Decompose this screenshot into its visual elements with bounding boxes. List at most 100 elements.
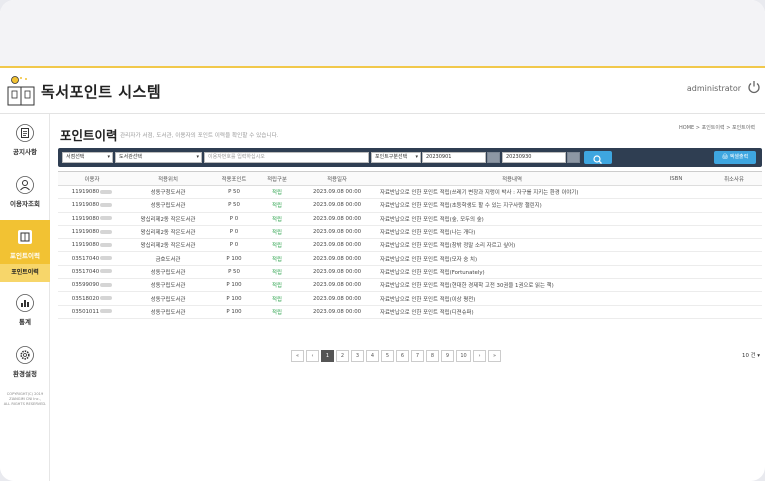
table-cell: 2023.09.08 00:00 bbox=[296, 225, 378, 240]
table-row[interactable]: 11919080 성동구립도서관 P 50 적립 2023.09.08 00:00 자료반… bbox=[58, 198, 762, 213]
table-cell: 11919080 bbox=[58, 212, 126, 226]
table-cell: P 50 bbox=[210, 265, 258, 280]
table-cell-empty bbox=[646, 305, 706, 319]
column-header: 취소사유 bbox=[706, 171, 762, 186]
table-cell-empty bbox=[646, 291, 706, 306]
breadcrumb-item[interactable]: 포인트이력 bbox=[702, 125, 725, 131]
table-row[interactable]: 03599090 성동구립도서관 P 100 적립 2023.09.08 00:00 자료… bbox=[58, 278, 762, 293]
search-button[interactable] bbox=[584, 151, 612, 164]
page-button-6[interactable]: 6 bbox=[396, 350, 409, 362]
table-cell: 2023.09.08 00:00 bbox=[296, 305, 378, 319]
page-button-8[interactable]: 8 bbox=[426, 350, 439, 362]
search-input[interactable]: 이용자번호를 입력하십시오 bbox=[204, 152, 369, 163]
table-cell-empty bbox=[646, 265, 706, 280]
power-icon[interactable] bbox=[747, 80, 761, 94]
table-cell: 03518020 bbox=[58, 291, 126, 306]
table-cell: 2023.09.08 00:00 bbox=[296, 198, 378, 213]
page-button-1[interactable]: 1 bbox=[321, 350, 334, 362]
page-button-10[interactable]: 10 bbox=[456, 350, 471, 362]
table-row[interactable]: 03517040 성동구립도서관 P 50 적립 2023.09.08 00:00 자료반… bbox=[58, 265, 762, 280]
masked-text bbox=[100, 229, 113, 234]
user-name[interactable]: administrator bbox=[687, 84, 741, 93]
page-button-9[interactable]: 9 bbox=[441, 350, 454, 362]
table-row[interactable]: 11919080 왕십리제2동 작은도서관 P 0 적립 2023.09.08 00:0… bbox=[58, 212, 762, 226]
app-header: 독서포인트 시스템 administrator bbox=[0, 68, 765, 114]
table-cell: 성동구청도서관 bbox=[126, 185, 210, 200]
table-cell: 자료반납으로 인한 포인트 적립(Fortunately) bbox=[378, 265, 646, 280]
sidebar-item-point-history[interactable]: 포인트이력 bbox=[0, 220, 50, 264]
library-select[interactable]: 도서관선택 ▾ bbox=[115, 152, 202, 163]
table-cell-empty bbox=[646, 225, 706, 240]
point-type-select[interactable]: 포인트구분선택 ▾ bbox=[371, 152, 421, 163]
table-cell: 2023.09.08 00:00 bbox=[296, 185, 378, 200]
table-cell: P 100 bbox=[210, 291, 258, 306]
sidebar-subitem-point-history[interactable]: 포인트이력 bbox=[0, 264, 50, 282]
page-button-5[interactable]: 5 bbox=[381, 350, 394, 362]
per-page-select[interactable]: 10 건 ▾ bbox=[742, 351, 760, 359]
table-cell-empty bbox=[706, 225, 762, 240]
table-cell-empty bbox=[706, 251, 762, 266]
page-button-2[interactable]: 2 bbox=[336, 350, 349, 362]
table-cell: P 0 bbox=[210, 225, 258, 240]
sidebar-item-label: 이용자조회 bbox=[10, 200, 40, 208]
user-search-icon bbox=[16, 176, 34, 194]
masked-text bbox=[100, 202, 113, 207]
masked-text bbox=[100, 242, 113, 247]
table-row[interactable]: 11919080 왕십리제2동 작은도서관 P 0 적립 2023.09.08 00:0… bbox=[58, 225, 762, 240]
page-button-4[interactable]: 4 bbox=[366, 350, 379, 362]
table-cell: 자료반납으로 인한 포인트 적립(나는 개다) bbox=[378, 225, 646, 240]
table-cell: 자료반납으로 인한 포인트 적립(숲, 모두의 숲) bbox=[378, 212, 646, 226]
sidebar-item-settings[interactable]: 환경설정 bbox=[0, 346, 50, 382]
table-row[interactable]: 03517040 금호도서관 P 100 적립 2023.09.08 00:00 자료반납… bbox=[58, 251, 762, 266]
page-prev-button[interactable]: ‹ bbox=[306, 350, 319, 362]
calendar-icon[interactable] bbox=[567, 152, 580, 163]
excel-export-button[interactable]: 🖨 엑셀출력 bbox=[714, 151, 756, 164]
table-row[interactable]: 11919080 성동구청도서관 P 50 적립 2023.09.08 00:00 자료반… bbox=[58, 185, 762, 200]
breadcrumb-home[interactable]: HOME bbox=[679, 125, 694, 131]
table-cell: 자료반납으로 인한 포인트 적립(현대한 경제학 고전 30권을 1권으로 읽는… bbox=[378, 278, 646, 293]
chevron-down-icon: ▾ bbox=[107, 154, 110, 160]
table-cell-empty bbox=[646, 185, 706, 200]
date-from-input[interactable]: 20230901 bbox=[422, 152, 486, 163]
table-cell: P 0 bbox=[210, 238, 258, 253]
calendar-icon[interactable] bbox=[487, 152, 500, 163]
page-button-7[interactable]: 7 bbox=[411, 350, 424, 362]
table-cell-empty bbox=[706, 185, 762, 200]
page-next-button[interactable]: › bbox=[473, 350, 486, 362]
table-cell: 2023.09.08 00:00 bbox=[296, 212, 378, 226]
table-row[interactable]: 11919080 왕십리제2동 작은도서관 P 0 적립 2023.09.08 00:0… bbox=[58, 238, 762, 253]
app-title: 독서포인트 시스템 bbox=[41, 83, 162, 101]
page-first-button[interactable]: « bbox=[291, 350, 304, 362]
breadcrumb-current: 포인트이력 bbox=[731, 125, 755, 131]
masked-text bbox=[100, 296, 113, 301]
history-table: 이용자 적용위치 적용포인트 적립구분 적용일자 적용내역 ISBN 취소사유 … bbox=[58, 171, 762, 319]
column-header: 적용내역 bbox=[378, 171, 646, 186]
table-cell: 금호도서관 bbox=[126, 251, 210, 266]
table-cell: P 50 bbox=[210, 185, 258, 200]
store-select[interactable]: 서점선택 ▾ bbox=[62, 152, 113, 163]
table-cell: 11919080 bbox=[58, 185, 126, 200]
table-cell: 03517040 bbox=[58, 265, 126, 280]
table-row[interactable]: 03501011 성동구립도서관 P 100 적립 2023.09.08 00:00 자료… bbox=[58, 305, 762, 319]
sidebar-item-statistics[interactable]: 통계 bbox=[0, 294, 50, 330]
main-content: 포인트이력 관리자가 서점, 도서관, 이용자의 포인트 이력을 확인할 수 있… bbox=[58, 114, 763, 481]
table-cell-empty bbox=[706, 278, 762, 293]
sidebar-item-user-search[interactable]: 이용자조회 bbox=[0, 176, 50, 212]
column-header: 이용자 bbox=[58, 171, 126, 186]
table-cell-empty bbox=[646, 278, 706, 293]
clipboard-icon bbox=[16, 124, 34, 142]
date-to-input[interactable]: 20230930 bbox=[502, 152, 566, 163]
column-header: 적립구분 bbox=[258, 171, 296, 186]
table-cell-empty bbox=[646, 198, 706, 213]
table-cell: P 0 bbox=[210, 212, 258, 226]
sidebar-item-notice[interactable]: 공지사항 bbox=[0, 124, 50, 160]
table-cell: 적립 bbox=[258, 265, 296, 280]
chevron-down-icon: ▾ bbox=[415, 154, 418, 160]
page-button-3[interactable]: 3 bbox=[351, 350, 364, 362]
sidebar: 공지사항 이용자조회 포인트이력 포인트이력 통계 환경설정 COPYRIGHT… bbox=[0, 114, 50, 481]
table-cell: 적립 bbox=[258, 198, 296, 213]
column-header: 적용위치 bbox=[126, 171, 210, 186]
table-row[interactable]: 03518020 성동구립도서관 P 100 적립 2023.09.08 00:00 자료… bbox=[58, 291, 762, 306]
table-cell: 자료반납으로 인한 포인트 적립(쓰레기 변장과 지렁이 박사 : 자구를 지키… bbox=[378, 185, 646, 200]
page-last-button[interactable]: » bbox=[488, 350, 501, 362]
